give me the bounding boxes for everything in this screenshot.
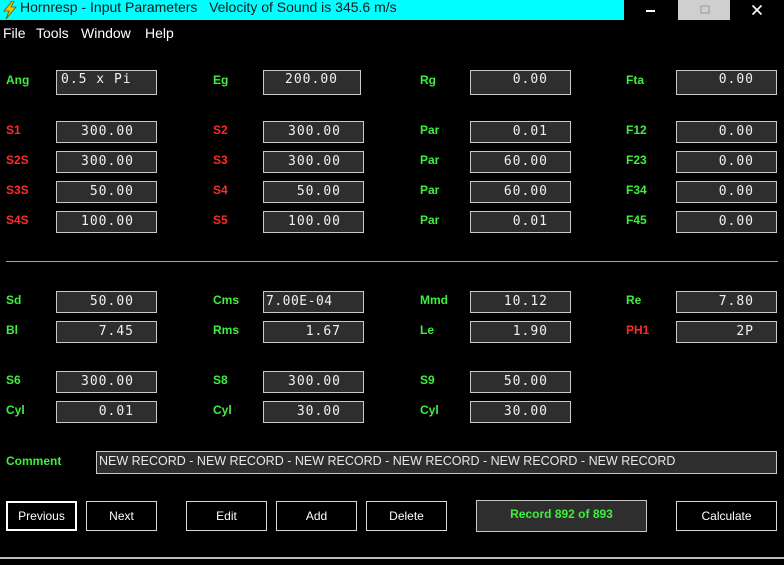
s3-field[interactable]: 300.00	[263, 151, 364, 173]
label-par-3: Par	[420, 183, 440, 197]
label-s3: S3	[213, 153, 228, 167]
label-mmd: Mmd	[420, 293, 448, 307]
label-s2: S2	[213, 123, 228, 137]
maximize-icon	[700, 5, 710, 14]
par-4-field[interactable]: 0.01	[470, 211, 571, 233]
maximize-button[interactable]	[678, 0, 732, 20]
minimize-icon	[646, 10, 655, 12]
label-re: Re	[626, 293, 642, 307]
label-cyl-3: Cyl	[420, 403, 439, 417]
s3s-field[interactable]: 50.00	[56, 181, 157, 203]
bottom-border	[0, 557, 784, 559]
s9-field[interactable]: 50.00	[470, 371, 571, 393]
f23-field[interactable]: 0.00	[676, 151, 777, 173]
label-s9: S9	[420, 373, 435, 387]
close-icon	[751, 4, 763, 16]
menu-bar: File Tools Window Help	[0, 20, 784, 45]
s1-field[interactable]: 300.00	[56, 121, 157, 143]
rms-field[interactable]: 1.67	[263, 321, 364, 343]
label-s8: S8	[213, 373, 228, 387]
label-f23: F23	[626, 153, 647, 167]
s5-field[interactable]: 100.00	[263, 211, 364, 233]
close-button[interactable]	[730, 0, 784, 20]
label-comment: Comment	[6, 454, 62, 468]
f12-field[interactable]: 0.00	[676, 121, 777, 143]
label-fta: Fta	[626, 73, 644, 87]
label-ph1: PH1	[626, 323, 650, 337]
rg-field[interactable]: 0.00	[470, 70, 571, 95]
label-s1: S1	[6, 123, 21, 137]
mmd-field[interactable]: 10.12	[470, 291, 571, 313]
ang-field[interactable]: 0.5 x Pi	[56, 70, 157, 95]
edit-button[interactable]: Edit	[186, 501, 267, 531]
delete-button[interactable]: Delete	[366, 501, 447, 531]
window-title: Hornresp - Input Parameters Velocity of …	[20, 0, 397, 15]
f45-field[interactable]: 0.00	[676, 211, 777, 233]
label-bl: Bl	[6, 323, 18, 337]
label-par-4: Par	[420, 213, 440, 227]
minimize-button[interactable]	[624, 0, 678, 20]
label-s3s: S3S	[6, 183, 29, 197]
sd-field[interactable]: 50.00	[56, 291, 157, 313]
cms-field[interactable]: 7.00E-04	[263, 291, 364, 313]
label-par-1: Par	[420, 123, 440, 137]
label-cyl-2: Cyl	[213, 403, 232, 417]
cyl-1-field[interactable]: 0.01	[56, 401, 157, 423]
bl-field[interactable]: 7.45	[56, 321, 157, 343]
menu-tools[interactable]: Tools	[36, 25, 69, 41]
add-button[interactable]: Add	[276, 501, 357, 531]
label-le: Le	[420, 323, 435, 337]
s8-field[interactable]: 300.00	[263, 371, 364, 393]
label-s4s: S4S	[6, 213, 29, 227]
next-button[interactable]: Next	[86, 501, 157, 531]
f34-field[interactable]: 0.00	[676, 181, 777, 203]
menu-window[interactable]: Window	[81, 25, 131, 41]
menu-file[interactable]: File	[3, 25, 26, 41]
label-cyl-1: Cyl	[6, 403, 25, 417]
re-field[interactable]: 7.80	[676, 291, 777, 313]
label-ang: Ang	[6, 73, 30, 87]
s4s-field[interactable]: 100.00	[56, 211, 157, 233]
label-f34: F34	[626, 183, 647, 197]
par-1-field[interactable]: 0.01	[470, 121, 571, 143]
record-counter: Record 892 of 893	[476, 500, 647, 532]
s2s-field[interactable]: 300.00	[56, 151, 157, 173]
label-s6: S6	[6, 373, 21, 387]
velocity-of-sound-text: Velocity of Sound is 345.6 m/s	[209, 0, 397, 15]
cyl-3-field[interactable]: 30.00	[470, 401, 571, 423]
par-3-field[interactable]: 60.00	[470, 181, 571, 203]
label-par-2: Par	[420, 153, 440, 167]
label-s2s: S2S	[6, 153, 29, 167]
title-bar: Hornresp - Input Parameters Velocity of …	[0, 0, 784, 20]
comment-field[interactable]: NEW RECORD - NEW RECORD - NEW RECORD - N…	[96, 451, 777, 474]
label-s5: S5	[213, 213, 228, 227]
label-f45: F45	[626, 213, 647, 227]
label-rms: Rms	[213, 323, 240, 337]
menu-help[interactable]: Help	[145, 25, 174, 41]
fta-field[interactable]: 0.00	[676, 70, 777, 95]
par-2-field[interactable]: 60.00	[470, 151, 571, 173]
lightning-bolt-icon	[3, 1, 17, 19]
eg-field[interactable]: 200.00	[263, 70, 361, 95]
label-s4: S4	[213, 183, 228, 197]
s2-field[interactable]: 300.00	[263, 121, 364, 143]
label-sd: Sd	[6, 293, 22, 307]
label-cms: Cms	[213, 293, 240, 307]
section-divider	[6, 261, 778, 262]
label-eg: Eg	[213, 73, 229, 87]
le-field[interactable]: 1.90	[470, 321, 571, 343]
label-f12: F12	[626, 123, 647, 137]
label-rg: Rg	[420, 73, 436, 87]
s6-field[interactable]: 300.00	[56, 371, 157, 393]
calculate-button[interactable]: Calculate	[676, 501, 777, 531]
cyl-2-field[interactable]: 30.00	[263, 401, 364, 423]
ph1-field[interactable]: 2P	[676, 321, 777, 343]
s4-field[interactable]: 50.00	[263, 181, 364, 203]
previous-button[interactable]: Previous	[6, 501, 77, 531]
